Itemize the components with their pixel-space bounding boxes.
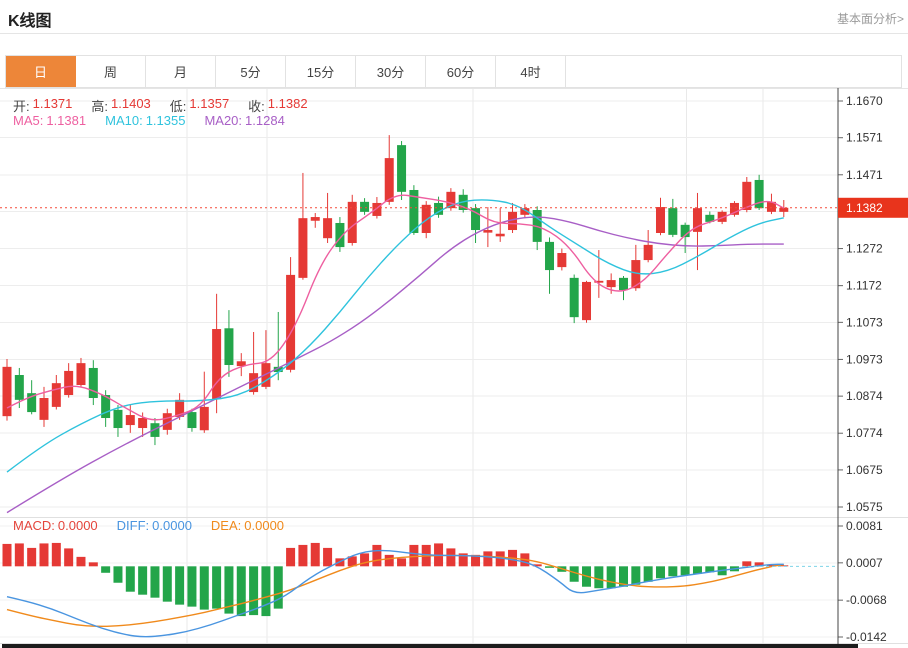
fundamental-analysis-link[interactable]: 基本面分析>: [837, 10, 904, 27]
kline-chart-canvas[interactable]: 1.1670 1.1571 1.1471 1.1272 1.1172 1.1073 1.09…: [0, 88, 908, 645]
ma-legend: MA5:1.1381 MA10:1.1355 MA20:1.1284: [13, 113, 304, 128]
legend-value: 1.1381: [46, 113, 86, 128]
current-price-tag: 1.1382: [838, 198, 908, 218]
page-title: K线图: [8, 7, 52, 31]
tab-interval-30分[interactable]: 30分: [356, 56, 426, 87]
current-price-tag-label: 1.1382: [846, 201, 883, 215]
kline-widget: K线图 基本面分析> 日周月5分15分30分60分4时 1.1670 1.1571…: [0, 0, 908, 648]
legend-item: MACD:0.0000: [13, 518, 101, 533]
tab-interval-4时[interactable]: 4时: [496, 56, 566, 87]
legend-label: DIFF:: [117, 518, 150, 533]
ma20-line: [7, 217, 784, 513]
price-axis-label: 1.0575: [846, 500, 883, 514]
price-axis-label: 1.0973: [846, 352, 883, 366]
legend-label: MA20:: [204, 113, 242, 128]
legend-item: DIFF:0.0000: [117, 518, 195, 533]
macd-histogram-layer: [3, 543, 789, 616]
price-axis-label: 1.1073: [846, 315, 883, 329]
price-axis-label: 1.1670: [846, 94, 883, 108]
legend-item: MA20:1.1284: [204, 113, 287, 128]
legend-value: 0.0000: [58, 518, 98, 533]
legend-value: 0.0000: [244, 518, 284, 533]
tab-interval-周[interactable]: 周: [76, 56, 146, 87]
ma5-line: [7, 195, 784, 420]
legend-item: MA5:1.1381: [13, 113, 89, 128]
price-axis-layer: 1.1670 1.1571 1.1471 1.1272 1.1172 1.1073 1.09…: [838, 94, 887, 644]
legend-item: DEA:0.0000: [211, 518, 287, 533]
chart-range-scrollbar[interactable]: [2, 644, 858, 648]
legend-label: DEA:: [211, 518, 241, 533]
tab-interval-月[interactable]: 月: [146, 56, 216, 87]
dea-line: [7, 555, 784, 626]
legend-label: MACD:: [13, 518, 55, 533]
ma-lines-layer: [7, 195, 784, 512]
widget-header: K线图 基本面分析>: [0, 0, 908, 34]
legend-value: 0.0000: [152, 518, 192, 533]
legend-label: MA10:: [105, 113, 143, 128]
macd-axis-label: -0.0142: [846, 630, 887, 644]
tab-interval-60分[interactable]: 60分: [426, 56, 496, 87]
price-axis-label: 1.0675: [846, 463, 883, 477]
legend-value: 1.1284: [245, 113, 285, 128]
price-axis-label: 1.1471: [846, 168, 883, 182]
macd-legend: MACD:0.0000DIFF:0.0000DEA:0.0000: [13, 518, 303, 533]
price-axis-label: 1.1272: [846, 242, 883, 256]
tab-interval-日[interactable]: 日: [6, 56, 76, 87]
macd-axis-label: -0.0068: [846, 593, 887, 607]
price-axis-label: 1.1571: [846, 131, 883, 145]
candles-layer: [3, 135, 789, 445]
diff-line: [7, 551, 784, 637]
interval-tab-bar: 日周月5分15分30分60分4时: [5, 55, 902, 88]
legend-value: 1.1355: [146, 113, 186, 128]
price-axis-label: 1.1172: [846, 279, 882, 293]
macd-axis-label: 0.0081: [846, 519, 883, 533]
legend-label: MA5:: [13, 113, 43, 128]
price-axis-label: 1.0874: [846, 389, 883, 403]
macd-axis-label: 0.0007: [846, 556, 883, 570]
kline-chart-area[interactable]: 1.1670 1.1571 1.1471 1.1272 1.1172 1.1073 1.09…: [0, 88, 908, 645]
tab-interval-5分[interactable]: 5分: [216, 56, 286, 87]
legend-item: MA10:1.1355: [105, 113, 188, 128]
ma10-line: [7, 200, 784, 472]
price-axis-label: 1.0774: [846, 426, 883, 440]
tab-interval-15分[interactable]: 15分: [286, 56, 356, 87]
